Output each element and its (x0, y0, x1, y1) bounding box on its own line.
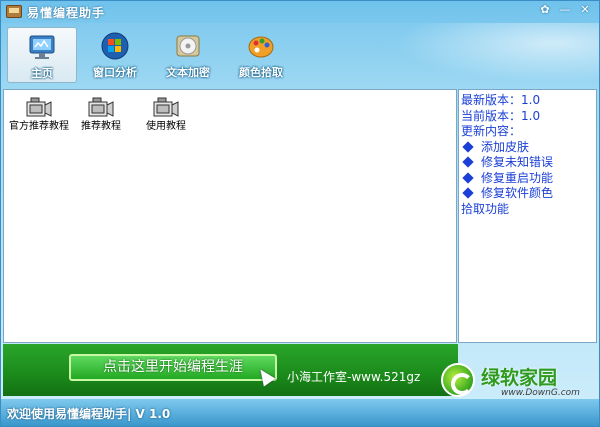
tab-window-analysis[interactable]: 窗口分析 (80, 27, 150, 83)
change-item: 修复软件颜色 (461, 186, 594, 202)
tab-color-picker-label: 颜色拾取 (239, 66, 283, 79)
shortcut-usage-tutorial[interactable]: 使用教程 (133, 96, 199, 133)
watermark-url: www.DownG.com (501, 388, 580, 398)
change-item: 修复未知错误 (461, 155, 594, 171)
windows-logo-icon (101, 32, 129, 60)
watermark-name: 绿软家园 (481, 367, 558, 389)
camera-icon (26, 97, 52, 117)
tab-text-encrypt-label: 文本加密 (166, 66, 210, 79)
update-heading: 更新内容： (461, 124, 522, 138)
tab-home[interactable]: 主页 (7, 27, 77, 83)
change-item: 添加皮肤 (461, 140, 594, 156)
diamond-bullet-icon (462, 187, 474, 199)
shortcut-label: 使用教程 (146, 121, 186, 132)
diamond-bullet-icon (462, 171, 474, 184)
status-bar: 欢迎使用易懂编程助手| V 1.0 (1, 399, 599, 426)
close-button[interactable]: ✕ (577, 3, 593, 17)
watermark: 绿软家园 www.DownG.com (441, 363, 591, 403)
update-info-panel: 最新版本：1.0 当前版本：1.0 更新内容： 添加皮肤 修复未知错误 修复重启… (458, 89, 597, 343)
title-bar[interactable]: 易懂编程助手 ✿ — ✕ (1, 1, 599, 23)
app-icon (6, 5, 22, 18)
app-window: 易懂编程助手 ✿ — ✕ 主页 窗口分析 文本加密 颜色拾取 官方推荐教程 推荐… (0, 0, 600, 427)
downg-logo-icon (441, 363, 475, 397)
current-version: 当前版本：1.0 (461, 108, 541, 123)
window-title: 易懂编程助手 (27, 6, 106, 20)
change-item-continued: 拾取功能 (461, 201, 510, 216)
shortcut-label: 推荐教程 (81, 121, 121, 132)
tab-color-picker[interactable]: 颜色拾取 (226, 27, 296, 83)
camera-icon (153, 97, 179, 117)
tab-home-label: 主页 (31, 67, 53, 80)
palette-icon (248, 36, 274, 58)
studio-text: 小海工作室-www.521gz (287, 370, 421, 384)
skin-icon[interactable]: ✿ (537, 3, 553, 17)
change-item: 修复重启功能 (461, 171, 594, 187)
palm-decoration (369, 23, 599, 89)
shortcut-official-tutorial[interactable]: 官方推荐教程 (6, 96, 72, 133)
disc-icon (176, 35, 200, 57)
status-text: 欢迎使用易懂编程助手| V 1.0 (7, 407, 171, 421)
latest-version: 最新版本：1.0 (461, 93, 541, 107)
start-programming-button[interactable]: 点击这里开始编程生涯 (69, 354, 277, 381)
tab-text-encrypt[interactable]: 文本加密 (153, 27, 223, 83)
minimize-button[interactable]: — (557, 3, 573, 17)
camera-icon (88, 97, 114, 117)
tab-window-analysis-label: 窗口分析 (93, 66, 137, 79)
start-banner: 点击这里开始编程生涯 小海工作室-www.521gz (3, 344, 458, 396)
shortcut-label: 官方推荐教程 (9, 121, 69, 132)
diamond-bullet-icon (462, 156, 474, 168)
shortcut-recommended-tutorial[interactable]: 推荐教程 (68, 96, 134, 133)
content-panel: 官方推荐教程 推荐教程 使用教程 (3, 89, 457, 343)
monitor-icon (29, 35, 55, 59)
toolbar: 主页 窗口分析 文本加密 颜色拾取 (1, 23, 599, 89)
diamond-bullet-icon (462, 140, 474, 153)
